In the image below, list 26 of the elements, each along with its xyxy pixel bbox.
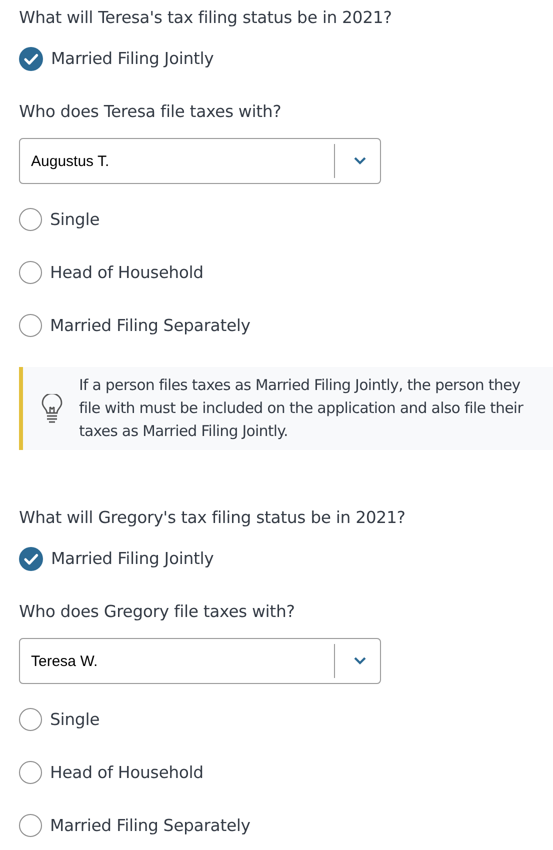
radio-label: Single: [50, 209, 100, 231]
lightbulb-icon: [41, 394, 63, 424]
chevron-down-icon: [353, 156, 367, 166]
checkbox[interactable]: [19, 547, 43, 571]
radio-button[interactable]: [19, 208, 42, 231]
chevron-down-icon: [353, 656, 367, 666]
question-text: Who does Teresa file taxes with?: [19, 101, 282, 123]
radio-button[interactable]: [19, 761, 42, 784]
question-text: What will Gregory's tax filing status be in 2021?: [19, 507, 406, 529]
partner-dropdown[interactable]: Augustus T.: [19, 138, 381, 184]
radio-button[interactable]: [19, 708, 42, 731]
checkbox[interactable]: [19, 47, 43, 71]
checkbox-label: Married Filing Jointly: [51, 548, 214, 570]
partner-dropdown[interactable]: Teresa W.: [19, 638, 381, 684]
radio-button[interactable]: [19, 814, 42, 837]
question-text: What will Teresa's tax filing status be in 2021?: [19, 7, 393, 29]
radio-label: Head of Household: [50, 762, 204, 784]
radio-label: Married Filing Separately: [50, 815, 250, 837]
radio-label: Head of Household: [50, 262, 204, 284]
radio-button[interactable]: [19, 261, 42, 284]
checkbox-label: Married Filing Jointly: [51, 48, 214, 70]
radio-button[interactable]: [19, 314, 42, 337]
radio-label: Married Filing Separately: [50, 315, 250, 337]
tip-text: If a person files taxes as Married Filing Jointly, the person they file with must be included on the application and also file their taxes as Married Filing Jointly.: [79, 375, 524, 442]
radio-label: Single: [50, 709, 100, 731]
question-text: Who does Gregory file taxes with?: [19, 601, 296, 623]
